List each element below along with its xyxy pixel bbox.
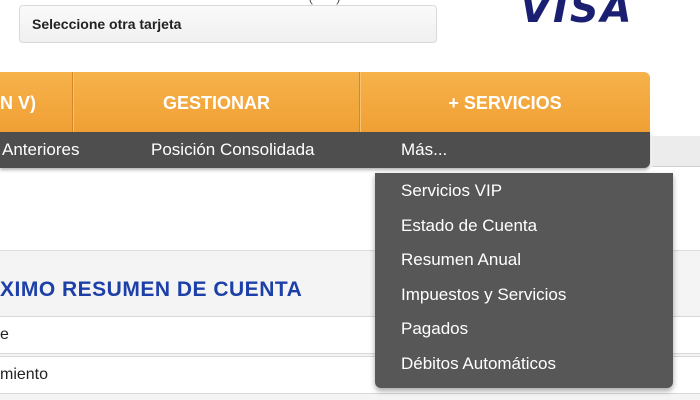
- menu-item-debitos-automaticos[interactable]: Débitos Automáticos: [401, 349, 556, 379]
- menu-item-servicios-vip[interactable]: Servicios VIP: [401, 176, 502, 206]
- main-navigation: N V) GESTIONAR + SERVICIOS: [0, 72, 650, 132]
- select-another-card-button[interactable]: Seleccione otra tarjeta: [19, 5, 437, 43]
- subnav-item-mas[interactable]: Más...: [401, 132, 447, 168]
- menu-item-pagados[interactable]: Pagados: [401, 314, 468, 344]
- menu-item-resumen-anual[interactable]: Resumen Anual: [401, 245, 521, 275]
- nav-item-gestionar[interactable]: GESTIONAR: [73, 72, 360, 132]
- section-title: XIMO RESUMEN DE CUENTA: [0, 278, 303, 301]
- mas-dropdown-menu: Servicios VIP Estado de Cuenta Resumen A…: [375, 173, 673, 388]
- menu-item-estado-de-cuenta[interactable]: Estado de Cuenta: [401, 211, 537, 241]
- menu-item-impuestos-y-servicios[interactable]: Impuestos y Servicios: [401, 280, 566, 310]
- sub-navigation: Anteriores Posición Consolidada Más...: [0, 132, 650, 168]
- nav-right-background: [652, 136, 700, 167]
- nav-item-servicios[interactable]: + SERVICIOS: [360, 72, 650, 132]
- subnav-item-anteriores[interactable]: Anteriores: [2, 132, 79, 168]
- subnav-item-posicion-consolidada[interactable]: Posición Consolidada: [151, 132, 315, 168]
- account-header: •••• •••• (••••) Seleccione otra tarjeta…: [0, 0, 700, 72]
- nav-item-partial[interactable]: N V): [0, 72, 72, 132]
- visa-logo: VISA: [520, 0, 634, 32]
